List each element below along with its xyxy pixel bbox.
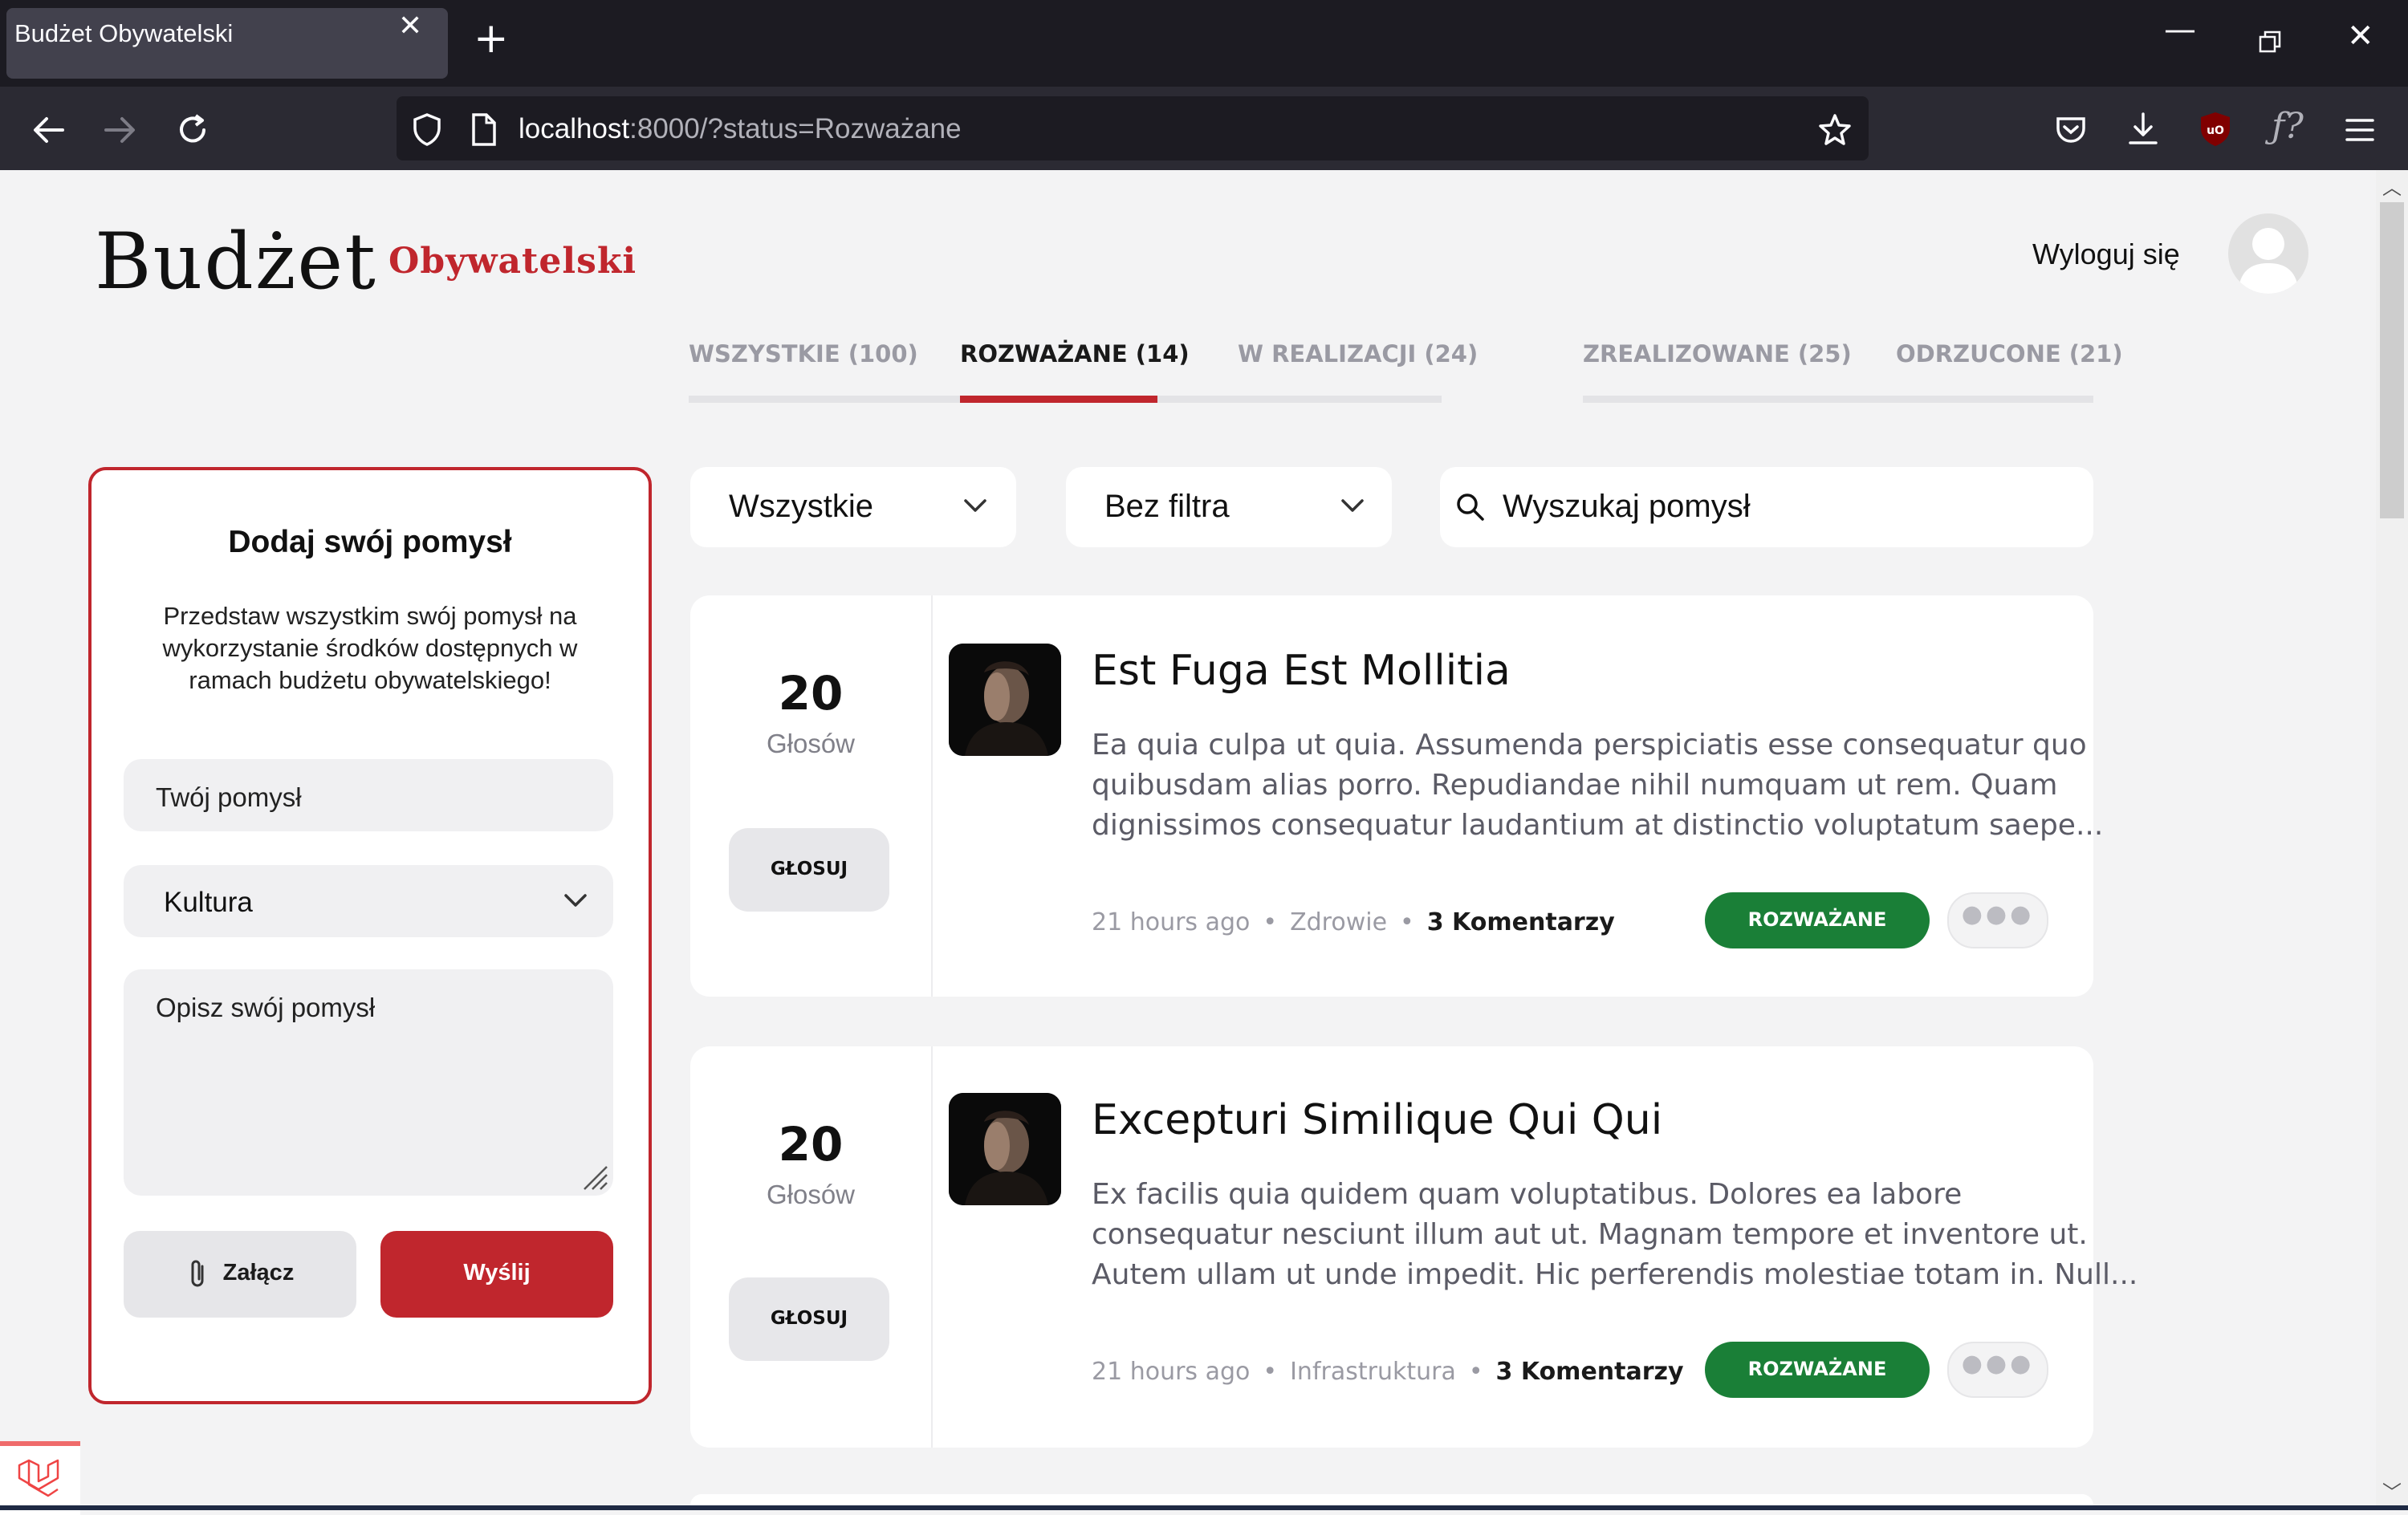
idea-description-line: quibusdam alias porro. Repudiandae nihil… [1092, 769, 2058, 802]
ublock-icon[interactable]: uO [2198, 111, 2233, 148]
tab-completed[interactable]: ZREALIZOWANE (25) [1583, 340, 1852, 368]
category-filter-value: Wszystkie [729, 489, 873, 524]
votes-count: 20 [778, 666, 844, 721]
idea-description-line: Autem ullam ut unde impedit. Hic perfere… [1092, 1258, 2138, 1291]
tab-all[interactable]: WSZYSTKIE (100) [689, 340, 918, 368]
idea-comments-link[interactable]: 3 Komentarzy [1427, 908, 1615, 936]
close-icon[interactable]: ✕ [398, 10, 422, 43]
idea-description: Ex facilis quia quidem quam voluptatibus… [1092, 1175, 2138, 1295]
shield-icon[interactable] [411, 112, 443, 148]
votes-label: Głosów [766, 1180, 856, 1209]
reload-icon[interactable] [175, 112, 210, 148]
idea-comments-link[interactable]: 3 Komentarzy [1496, 1358, 1684, 1386]
url-path: :8000/?status=Rozważane [629, 113, 962, 144]
votes-label: Głosów [766, 729, 856, 758]
idea-title[interactable]: Excepturi Similique Qui Qui [1092, 1096, 1662, 1144]
more-dots-icon: ●●● [1961, 900, 2035, 928]
idea-title[interactable]: Est Fuga Est Mollitia [1092, 647, 1511, 695]
laravel-icon [18, 1459, 59, 1497]
url-host: localhost [519, 113, 630, 144]
idea-card-divider [931, 1046, 933, 1448]
idea-description-placeholder: Opisz swój pomysł [156, 993, 376, 1022]
pocket-icon[interactable] [2053, 112, 2089, 148]
menu-icon[interactable] [2344, 114, 2376, 146]
chevron-down-icon [564, 894, 587, 907]
idea-title-placeholder: Twój pomysł [156, 782, 302, 812]
idea-meta: 21 hours ago • Zdrowie • 3 Komentarzy [1092, 908, 1615, 936]
idea-description-line: Ex facilis quia quidem quam voluptatibus… [1092, 1178, 1963, 1211]
fx-icon[interactable]: ƒ? [2272, 106, 2304, 147]
more-dots-icon: ●●● [1961, 1350, 2035, 1378]
logout-link[interactable]: Wyloguj się [2032, 238, 2180, 271]
idea-category: Infrastruktura [1290, 1358, 1456, 1386]
svg-text:uO: uO [2207, 124, 2224, 137]
idea-time: 21 hours ago [1092, 1358, 1251, 1386]
tab-in-progress[interactable]: W REALIZACJI (24) [1238, 340, 1478, 368]
attach-label-text: Załącz [222, 1260, 295, 1286]
author-avatar[interactable] [949, 644, 1061, 756]
logo-sub[interactable]: Obywatelski [388, 241, 637, 282]
star-icon[interactable] [1817, 112, 1853, 148]
other-filter-value: Bez filtra [1104, 489, 1230, 524]
avatar[interactable] [2228, 213, 2308, 294]
search-placeholder: Wyszukaj pomysł [1503, 489, 1751, 524]
status-badge-label: ROZWAŻANE [1747, 1358, 1887, 1380]
idea-meta: 21 hours ago • Infrastruktura • 3 Komentarzy [1092, 1358, 1684, 1386]
author-avatar[interactable] [949, 1093, 1061, 1205]
chevron-down-icon [964, 499, 986, 512]
idea-description-line: dignissimos consequatur laudantium at di… [1092, 809, 2104, 842]
tab-completed-rejected-underline [1583, 396, 2093, 403]
add-idea-description-line: ramach budżetu obywatelskiego! [189, 666, 551, 694]
tab-rejected[interactable]: ODRZUCONE (21) [1896, 340, 2123, 368]
page-icon[interactable] [470, 112, 498, 148]
browser-tab-title: Budżet Obywatelski [14, 19, 234, 47]
tab-gap-underline [880, 396, 960, 403]
tab-considered[interactable]: ROZWAŻANE (14) [960, 340, 1190, 368]
send-button-label: Wyślij [463, 1260, 531, 1286]
back-arrow-icon[interactable] [32, 114, 66, 146]
tab-in-progress-underline [1157, 396, 1442, 403]
status-badge-label: ROZWAŻANE [1747, 908, 1887, 931]
tab-considered-underline [960, 396, 1157, 403]
author-portrait-image [949, 644, 1061, 756]
chevron-down-icon [1341, 499, 1364, 512]
restore-icon[interactable] [2259, 30, 2283, 55]
add-idea-title: Dodaj swój pomysł [228, 525, 512, 559]
add-idea-description-line: Przedstaw wszystkim swój pomysł na [163, 602, 577, 630]
scroll-up-icon[interactable]: ︿ [2382, 172, 2402, 200]
tab-all-underline [689, 396, 880, 403]
scrollbar-thumb[interactable] [2380, 202, 2404, 518]
forward-arrow-icon[interactable] [103, 114, 136, 146]
scroll-down-icon[interactable]: ﹀ [2382, 1476, 2402, 1505]
download-icon[interactable] [2125, 111, 2161, 148]
idea-description-line: Ea quia culpa ut quia. Assumenda perspic… [1092, 729, 2087, 762]
author-portrait-image [949, 1093, 1061, 1205]
idea-description: Ea quia culpa ut quia. Assumenda perspic… [1092, 725, 2104, 846]
url-text[interactable]: localhost:8000/?status=Rozważane [519, 113, 962, 145]
idea-category: Zdrowie [1290, 908, 1388, 936]
votes-count: 20 [778, 1117, 844, 1172]
avatar-silhouette-icon [2238, 228, 2299, 294]
idea-card-partial [690, 1494, 2093, 1505]
window-close-icon[interactable]: ✕ [2347, 18, 2374, 55]
plus-icon[interactable]: + [474, 18, 509, 59]
idea-card-divider [931, 595, 933, 997]
resize-handle-icon[interactable] [580, 1162, 608, 1191]
attach-button-label: Załącz [124, 1260, 356, 1286]
add-idea-description-line: wykorzystanie środków dostępnych w [162, 634, 578, 662]
vote-button-label: GŁOSUJ [770, 859, 848, 879]
vote-button-label: GŁOSUJ [770, 1308, 848, 1329]
category-select-value: Kultura [164, 887, 253, 918]
idea-time: 21 hours ago [1092, 908, 1251, 936]
add-idea-description: Przedstaw wszystkim swój pomysł na wykor… [136, 600, 604, 697]
search-icon [1457, 493, 1484, 521]
laravel-debug-badge[interactable] [0, 1441, 80, 1515]
logo-main[interactable]: Budżet [95, 217, 377, 307]
minimize-icon[interactable]: — [2164, 11, 2196, 48]
idea-description-line: consequatur nesciunt illum aut ut. Magna… [1092, 1218, 2088, 1251]
page-bottom-edge [0, 1505, 2408, 1510]
